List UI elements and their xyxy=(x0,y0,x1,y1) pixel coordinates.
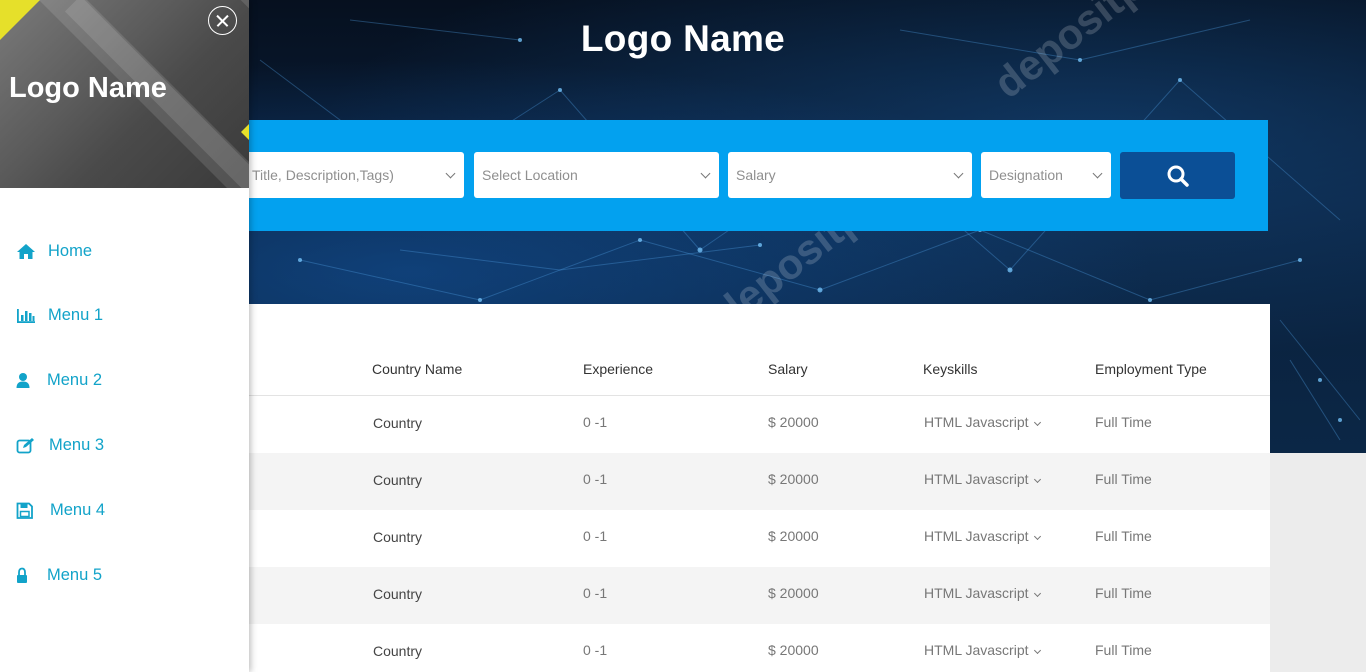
sidebar-item-label: Menu 1 xyxy=(48,306,104,324)
column-header: Employment Type xyxy=(1095,361,1207,377)
chevron-down-icon xyxy=(1033,475,1041,484)
salary-cell: $ 20000 xyxy=(768,642,819,658)
keyword-select-placeholder: Title, Description,Tags) xyxy=(252,167,394,183)
column-header: Keyskills xyxy=(923,361,978,377)
bar-chart-icon xyxy=(17,309,35,323)
employment-type-cell: Full Time xyxy=(1095,471,1152,487)
keyword-select[interactable]: Title, Description,Tags) xyxy=(230,152,464,198)
table-row[interactable]: Country 0 -1 $ 20000 HTML Javascript Ful… xyxy=(230,396,1270,453)
sidebar-item-label: Home xyxy=(48,242,93,260)
designation-select[interactable]: Designation xyxy=(981,152,1111,198)
country-cell: Country xyxy=(373,586,423,602)
sidebar-item-label: Menu 5 xyxy=(47,566,103,584)
keyskills-dropdown[interactable]: HTML Javascript xyxy=(924,528,1041,544)
sidebar-header: Logo Name xyxy=(0,0,249,188)
yellow-tab-decoration xyxy=(241,124,249,140)
table-row[interactable]: Country 0 -1 $ 20000 HTML Javascript Ful… xyxy=(230,624,1270,672)
edit-icon xyxy=(16,438,34,454)
employment-type-cell: Full Time xyxy=(1095,642,1152,658)
keyskills-label: HTML Javascript xyxy=(924,528,1029,544)
job-search-bar: Title, Description,Tags) Select Location… xyxy=(230,120,1268,231)
keyskills-label: HTML Javascript xyxy=(924,585,1029,601)
experience-cell: 0 -1 xyxy=(583,642,608,658)
column-header: Country Name xyxy=(372,361,463,377)
save-icon xyxy=(16,502,33,519)
chevron-down-icon xyxy=(1092,168,1103,179)
experience-cell: 0 -1 xyxy=(583,585,608,601)
country-cell: Country xyxy=(373,643,423,659)
home-icon xyxy=(17,244,35,259)
yellow-corner-decoration xyxy=(0,0,40,40)
user-icon xyxy=(16,373,30,388)
keyskills-dropdown[interactable]: HTML Javascript xyxy=(924,585,1041,601)
keyskills-dropdown[interactable]: HTML Javascript xyxy=(924,414,1041,430)
salary-cell: $ 20000 xyxy=(768,471,819,487)
salary-select-placeholder: Salary xyxy=(736,167,776,183)
keyskills-dropdown[interactable]: HTML Javascript xyxy=(924,471,1041,487)
sidebar-item-label: Menu 4 xyxy=(50,501,106,519)
chevron-down-icon xyxy=(1033,418,1041,427)
table-header: Country Name Experience Salary Keyskills… xyxy=(230,304,1270,396)
keyskills-label: HTML Javascript xyxy=(924,414,1029,430)
side-navigation-drawer: Logo Name Home Menu 1 Menu 2 Menu 3 Menu… xyxy=(0,0,249,672)
column-header: Experience xyxy=(583,361,654,377)
employment-type-cell: Full Time xyxy=(1095,528,1152,544)
lock-icon xyxy=(17,567,27,583)
experience-cell: 0 -1 xyxy=(583,414,608,430)
country-cell: Country xyxy=(373,472,423,488)
search-icon xyxy=(1167,165,1189,187)
sidebar-logo-title[interactable]: Logo Name xyxy=(9,72,167,105)
chevron-down-icon xyxy=(953,168,964,179)
country-cell: Country xyxy=(373,415,423,431)
location-select-placeholder: Select Location xyxy=(482,167,578,183)
country-cell: Country xyxy=(373,529,423,545)
salary-select[interactable]: Salary xyxy=(728,152,972,198)
sidebar-item-label: Menu 2 xyxy=(47,371,103,389)
search-button[interactable] xyxy=(1120,152,1235,199)
experience-cell: 0 -1 xyxy=(583,528,608,544)
designation-select-placeholder: Designation xyxy=(989,167,1063,183)
table-row[interactable]: Country 0 -1 $ 20000 HTML Javascript Ful… xyxy=(230,567,1270,624)
keyskills-label: HTML Javascript xyxy=(924,642,1029,658)
salary-cell: $ 20000 xyxy=(768,414,819,430)
salary-cell: $ 20000 xyxy=(768,528,819,544)
chevron-down-icon xyxy=(1033,646,1041,655)
chevron-down-icon xyxy=(700,168,711,179)
column-header: Salary xyxy=(768,361,808,377)
keyskills-dropdown[interactable]: HTML Javascript xyxy=(924,642,1041,658)
chevron-down-icon xyxy=(445,168,456,179)
chevron-down-icon xyxy=(1033,532,1041,541)
location-select[interactable]: Select Location xyxy=(474,152,719,198)
employment-type-cell: Full Time xyxy=(1095,414,1152,430)
keyskills-label: HTML Javascript xyxy=(924,471,1029,487)
experience-cell: 0 -1 xyxy=(583,471,608,487)
close-icon[interactable] xyxy=(208,6,237,35)
employment-type-cell: Full Time xyxy=(1095,585,1152,601)
sidebar-item-label: Menu 3 xyxy=(49,436,105,454)
chevron-down-icon xyxy=(1033,589,1041,598)
table-row[interactable]: Country 0 -1 $ 20000 HTML Javascript Ful… xyxy=(230,510,1270,567)
table-row[interactable]: Country 0 -1 $ 20000 HTML Javascript Ful… xyxy=(230,453,1270,510)
salary-cell: $ 20000 xyxy=(768,585,819,601)
job-listing-table: Country Name Experience Salary Keyskills… xyxy=(230,304,1270,672)
